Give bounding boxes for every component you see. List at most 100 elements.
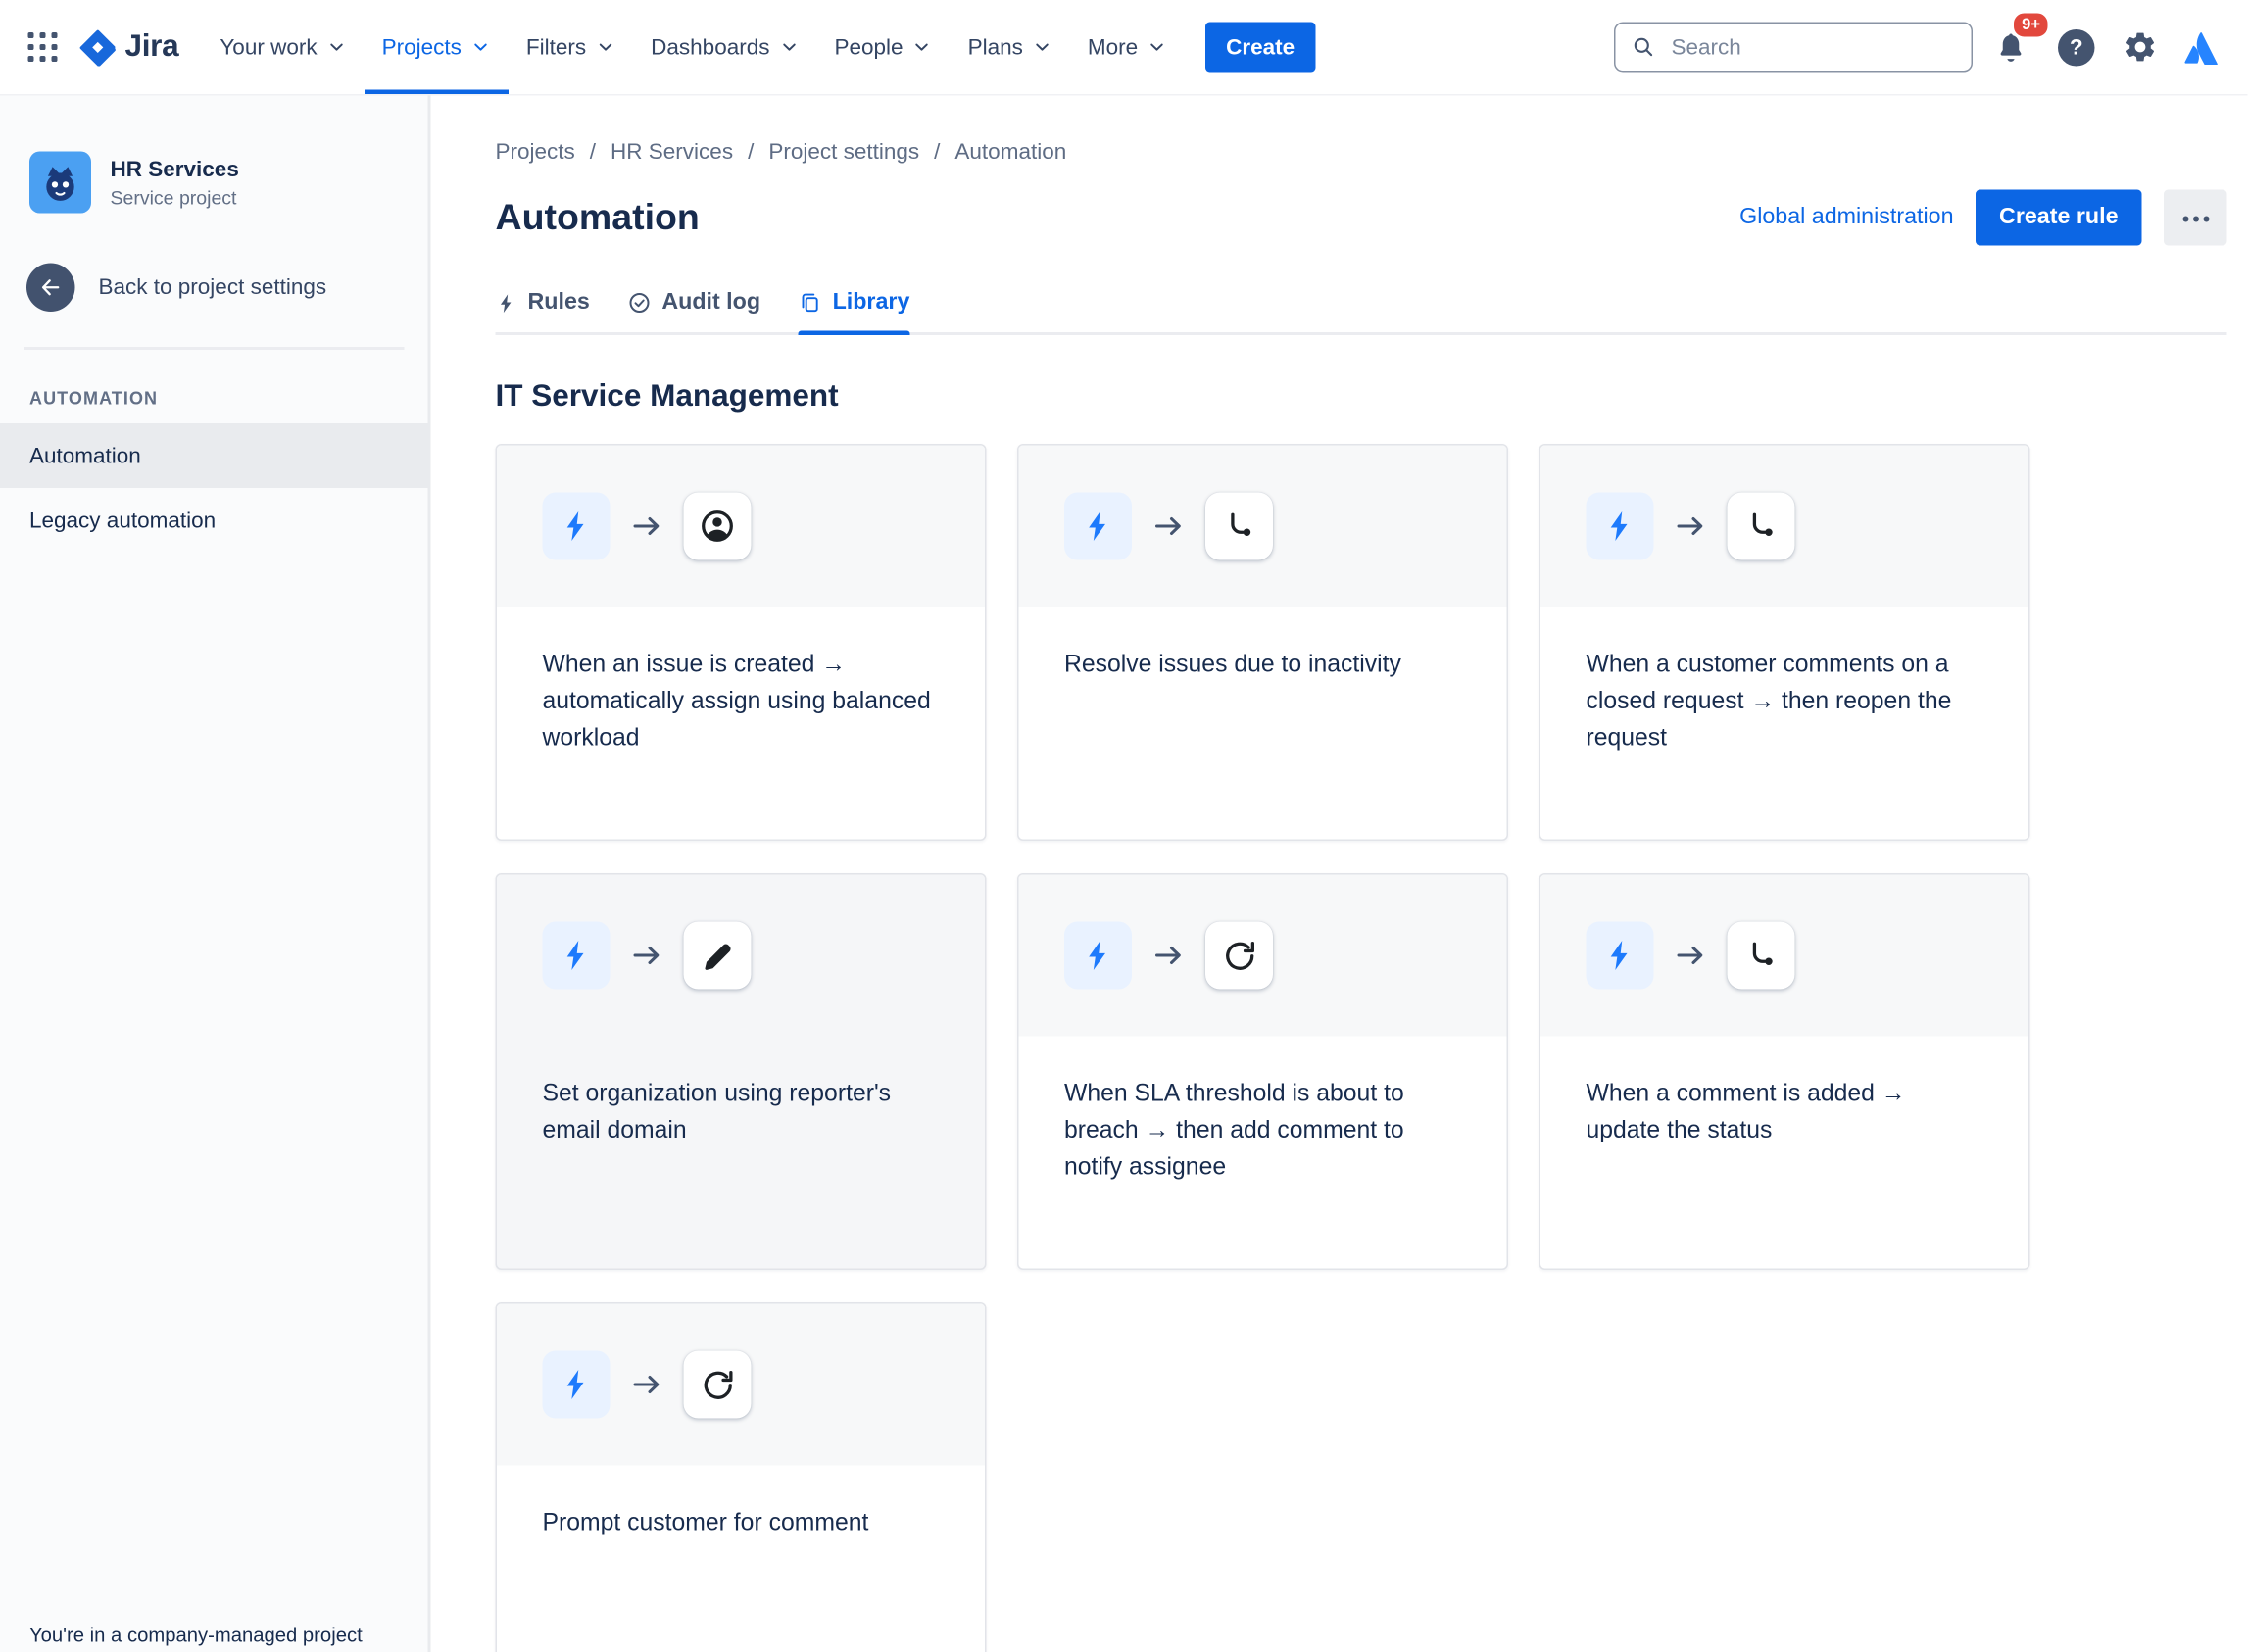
card-title: When SLA threshold is about to breach → … <box>1064 1080 1404 1180</box>
library-icon <box>803 293 819 313</box>
sidebar-section-title: AUTOMATION <box>29 388 159 409</box>
jira-logo-icon <box>79 28 116 66</box>
nav-item-projects[interactable]: Projects <box>364 0 509 94</box>
chevron-down-icon <box>329 43 343 51</box>
arrow-right-icon <box>1677 517 1703 535</box>
app-root: Jira Your work Projects Filters Dashboar… <box>0 0 2248 1652</box>
project-avatar <box>29 151 91 214</box>
card-icon-strip <box>497 874 985 1037</box>
card-icon-strip <box>1540 445 2028 607</box>
breadcrumb-projects[interactable]: Projects <box>496 140 575 166</box>
chevron-down-icon <box>599 43 611 51</box>
arrow-right-icon <box>633 1376 660 1393</box>
pencil-icon <box>683 921 752 990</box>
trigger-lightning-icon <box>1586 921 1654 990</box>
card-icon-strip <box>1018 874 1507 1037</box>
search-icon <box>1634 37 1653 57</box>
branch-icon <box>1205 492 1273 560</box>
branch-icon <box>1727 492 1795 560</box>
chevron-down-icon <box>782 43 796 51</box>
chevron-down-icon <box>474 43 487 51</box>
app-shell: HR Services Service project Back to proj… <box>0 95 2248 1652</box>
sidebar: HR Services Service project Back to proj… <box>0 95 431 1652</box>
template-card-comment-added[interactable]: When a comment is added → update the sta… <box>1539 873 2030 1270</box>
card-title: Prompt customer for comment <box>542 1509 869 1536</box>
template-card-prompt-customer[interactable]: Prompt customer for comment <box>495 1302 987 1652</box>
arrow-right-icon <box>1155 947 1181 964</box>
template-card-resolve-inactivity[interactable]: Resolve issues due to inactivity <box>1017 444 1508 841</box>
template-card-set-organization[interactable]: Set organization using reporter's email … <box>495 873 987 1270</box>
breadcrumb-hr-services[interactable]: HR Services <box>611 140 733 166</box>
project-header: HR Services Service project <box>29 151 405 214</box>
chevron-down-icon <box>1036 43 1049 51</box>
gear-icon <box>2126 32 2155 62</box>
nav-item-people[interactable]: People <box>816 0 950 94</box>
project-type: Service project <box>110 185 237 209</box>
page-header: Automation Global administration Create … <box>495 189 2227 246</box>
app-grid-icon <box>27 31 58 63</box>
nav-item-dashboards[interactable]: Dashboards <box>633 0 816 94</box>
sidebar-divider <box>24 347 405 350</box>
template-card-reopen-request[interactable]: When a customer comments on a closed req… <box>1539 444 2030 841</box>
search-input[interactable] <box>1668 32 1957 62</box>
back-arrow-icon <box>26 263 75 312</box>
help-button[interactable]: ? <box>2049 21 2102 73</box>
breadcrumb-automation[interactable]: Automation <box>954 140 1066 166</box>
project-management-note: You're in a company-managed project <box>29 1624 363 1647</box>
tabs: Rules Audit log Library <box>495 290 2227 335</box>
app-switcher-button[interactable] <box>18 23 68 73</box>
page-header-actions: Global administration Create rule <box>1739 189 2227 246</box>
nav-item-more[interactable]: More <box>1070 0 1185 94</box>
help-icon: ? <box>2058 28 2095 66</box>
breadcrumb-separator: / <box>748 139 755 166</box>
global-administration-link[interactable]: Global administration <box>1739 205 1953 231</box>
breadcrumb-project-settings[interactable]: Project settings <box>768 140 919 166</box>
create-rule-button[interactable]: Create rule <box>1976 189 2142 246</box>
card-title: Set organization using reporter's email … <box>542 1080 892 1143</box>
refresh-icon <box>1205 921 1273 990</box>
card-icon-strip <box>1540 874 2028 1037</box>
nav-item-plans[interactable]: Plans <box>951 0 1070 94</box>
audit-check-icon <box>629 293 650 313</box>
settings-button[interactable] <box>2114 21 2167 73</box>
refresh-icon <box>683 1350 752 1419</box>
card-icon-strip <box>1018 445 1507 607</box>
project-name: HR Services <box>110 156 239 182</box>
project-title-block: HR Services Service project <box>111 157 239 209</box>
create-button[interactable]: Create <box>1205 22 1316 73</box>
nav-item-your-work[interactable]: Your work <box>202 0 364 94</box>
assignee-icon <box>683 492 752 560</box>
tab-rules[interactable]: Rules <box>496 290 590 333</box>
jira-logo[interactable]: Jira <box>79 28 179 66</box>
tab-library[interactable]: Library <box>799 290 909 335</box>
trigger-lightning-icon <box>1064 492 1132 560</box>
card-title: Resolve issues due to inactivity <box>1064 651 1401 678</box>
sidebar-item-legacy-automation[interactable]: Legacy automation <box>0 488 428 553</box>
template-cards-grid: When an issue is created → automatically… <box>495 444 2227 1652</box>
more-options-button[interactable] <box>2164 189 2227 246</box>
chevron-down-icon <box>1150 43 1163 51</box>
sidebar-item-automation[interactable]: Automation <box>0 423 428 488</box>
chevron-down-icon <box>915 43 929 51</box>
template-card-sla-threshold[interactable]: When SLA threshold is about to breach → … <box>1017 873 1508 1270</box>
top-navigation: Jira Your work Projects Filters Dashboar… <box>0 0 2248 96</box>
atlassian-logo-icon <box>2184 30 2219 65</box>
section-title: IT Service Management <box>495 379 839 413</box>
jira-logo-text: Jira <box>124 29 179 64</box>
breadcrumb-separator: / <box>589 139 597 166</box>
arrow-right-icon <box>1155 517 1181 535</box>
notifications-button[interactable]: 9+ <box>1984 10 2051 73</box>
main-content: Projects / HR Services / Project setting… <box>431 96 2248 1652</box>
branch-icon <box>1727 921 1795 990</box>
template-card-balanced-workload[interactable]: When an issue is created → automatically… <box>495 444 987 841</box>
tab-audit-log[interactable]: Audit log <box>628 290 760 333</box>
nav-item-filters[interactable]: Filters <box>509 0 633 94</box>
search-box[interactable] <box>1614 22 1973 73</box>
page-title: Automation <box>495 196 700 238</box>
trigger-lightning-icon <box>542 492 611 560</box>
arrow-right-icon <box>1677 947 1703 964</box>
trigger-lightning-icon <box>1064 921 1132 990</box>
trigger-lightning-icon <box>542 1350 611 1419</box>
primary-nav: Your work Projects Filters Dashboards Pe… <box>202 0 1185 94</box>
back-to-project-settings-button[interactable]: Back to project settings <box>26 263 326 312</box>
